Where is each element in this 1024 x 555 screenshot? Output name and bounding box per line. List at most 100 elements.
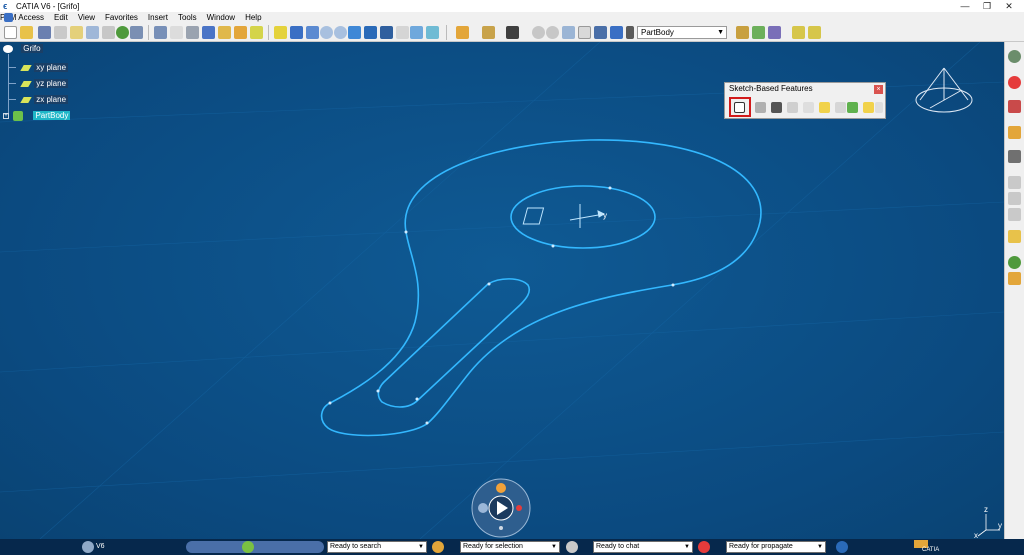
multi-section-icon[interactable] <box>863 102 874 113</box>
catalog-icon[interactable] <box>218 26 231 39</box>
globe-icon[interactable] <box>116 26 129 39</box>
sketch-icon[interactable] <box>154 26 167 39</box>
hole-icon[interactable] <box>803 102 814 113</box>
sketcher-icon[interactable] <box>1008 150 1021 163</box>
rotate-icon[interactable] <box>306 26 319 39</box>
close-icon[interactable]: × <box>874 85 883 94</box>
settings-icon[interactable] <box>1008 50 1021 63</box>
knowledge-icon[interactable] <box>186 26 199 39</box>
apply-material-icon[interactable] <box>426 26 439 39</box>
view-cube-icon[interactable] <box>364 26 377 39</box>
stiffener-icon[interactable] <box>847 102 858 113</box>
stop-icon[interactable] <box>1008 76 1021 89</box>
update-icon[interactable] <box>532 26 545 39</box>
normal-view-icon[interactable] <box>348 26 361 39</box>
tree-item-label: xy plane <box>34 63 69 72</box>
measure-icon[interactable] <box>250 26 263 39</box>
fly-mode-icon[interactable] <box>274 26 287 39</box>
search-icon[interactable] <box>242 541 254 553</box>
shaft-icon[interactable] <box>771 102 782 113</box>
save-icon[interactable] <box>456 26 469 39</box>
swap-visible-icon[interactable] <box>410 26 423 39</box>
close-button[interactable]: ✕ <box>994 0 1024 12</box>
menu-view[interactable]: View <box>78 13 95 22</box>
sketch-based-features-toolbar: Sketch-Based Features × <box>724 82 886 119</box>
formula-icon[interactable] <box>170 26 183 39</box>
lock-icon[interactable] <box>234 26 247 39</box>
tree-branch <box>8 67 16 69</box>
selection-status-text: Ready for selection <box>463 543 523 550</box>
wireframe-icon[interactable] <box>752 26 765 39</box>
pocket-icon[interactable] <box>755 102 766 113</box>
body-selector-dropdown[interactable]: PartBody ▼ <box>637 26 727 39</box>
whats-this-icon[interactable] <box>130 26 143 39</box>
design-table-icon[interactable] <box>594 26 607 39</box>
annotation-icon[interactable] <box>808 26 821 39</box>
sync-icon[interactable] <box>546 26 559 39</box>
body-icon <box>13 111 24 121</box>
tree-item-label: yz plane <box>34 79 69 88</box>
search-bar-track <box>186 541 324 553</box>
draft-icon[interactable] <box>1008 192 1021 205</box>
inner-slot <box>377 278 531 408</box>
menu-window[interactable]: Window <box>207 13 235 22</box>
dress-up-icon[interactable] <box>1008 176 1021 189</box>
menu-edit[interactable]: Edit <box>54 13 68 22</box>
pad-icon[interactable] <box>734 102 745 113</box>
propagate-status-field[interactable]: Ready for propagate ▼ <box>726 541 826 553</box>
menu-insert[interactable]: Insert <box>148 13 168 22</box>
menu-help[interactable]: Help <box>245 13 261 22</box>
pdf-icon[interactable] <box>1008 100 1021 113</box>
render-style-icon[interactable] <box>380 26 393 39</box>
groove-icon[interactable] <box>787 102 798 113</box>
publish-icon[interactable] <box>482 26 495 39</box>
table-icon[interactable] <box>202 26 215 39</box>
copy-icon[interactable] <box>54 26 67 39</box>
undo-icon[interactable] <box>86 26 99 39</box>
paste-icon[interactable] <box>70 26 83 39</box>
boolean-icon[interactable] <box>1008 230 1021 243</box>
bom-icon[interactable] <box>562 26 575 39</box>
menu-favorites[interactable]: Favorites <box>105 13 138 22</box>
tree-item-xy-plane[interactable]: xy plane <box>8 63 69 73</box>
right-toolbar <box>1004 42 1024 539</box>
new-icon[interactable] <box>4 26 17 39</box>
menu-tools[interactable]: Tools <box>178 13 197 22</box>
compass-widget-icon[interactable] <box>470 478 532 538</box>
hide-show-icon[interactable] <box>396 26 409 39</box>
tree-root[interactable]: Grifo <box>3 44 43 54</box>
search-status-field[interactable]: Ready to search ▼ <box>327 541 427 553</box>
selection-status-field[interactable]: Ready for selection ▼ <box>460 541 560 553</box>
expand-icon[interactable]: + <box>3 113 9 119</box>
snapshot-icon[interactable] <box>506 26 519 39</box>
transform-icon[interactable] <box>792 26 805 39</box>
surface-icon[interactable] <box>768 26 781 39</box>
redo-icon[interactable] <box>102 26 115 39</box>
tree-item-zx-plane[interactable]: zx plane <box>8 95 69 105</box>
chat-status-field[interactable]: Ready to chat ▼ <box>593 541 693 553</box>
transform-icon[interactable] <box>1008 272 1021 285</box>
zoom-in-icon[interactable] <box>320 26 333 39</box>
chat-status-text: Ready to chat <box>596 543 640 550</box>
3d-viewport[interactable]: y z y x Grifo xy plane yz plane zx plane… <box>0 42 1004 539</box>
remove-section-icon[interactable] <box>875 102 883 113</box>
propagate-status-text: Ready for propagate <box>729 543 793 550</box>
numeric-icon[interactable] <box>578 26 591 39</box>
slot-icon[interactable] <box>835 102 846 113</box>
publish-globe-icon[interactable] <box>1008 256 1021 269</box>
tree-item-partbody[interactable]: + PartBody <box>3 111 71 121</box>
select-icon[interactable] <box>1008 126 1021 139</box>
zoom-out-icon[interactable] <box>334 26 347 39</box>
tree-expand-icon[interactable] <box>610 26 623 39</box>
open-icon[interactable] <box>20 26 33 39</box>
toolbar-separator <box>148 25 149 40</box>
shell-icon[interactable] <box>1008 208 1021 221</box>
rib-icon[interactable] <box>819 102 830 113</box>
body-icon[interactable] <box>626 26 634 39</box>
plm-access-icon <box>4 13 13 22</box>
cut-icon[interactable] <box>38 26 51 39</box>
tree-branch <box>8 99 16 101</box>
pad-icon[interactable] <box>736 26 749 39</box>
pan-icon[interactable] <box>290 26 303 39</box>
tree-item-yz-plane[interactable]: yz plane <box>8 79 69 89</box>
